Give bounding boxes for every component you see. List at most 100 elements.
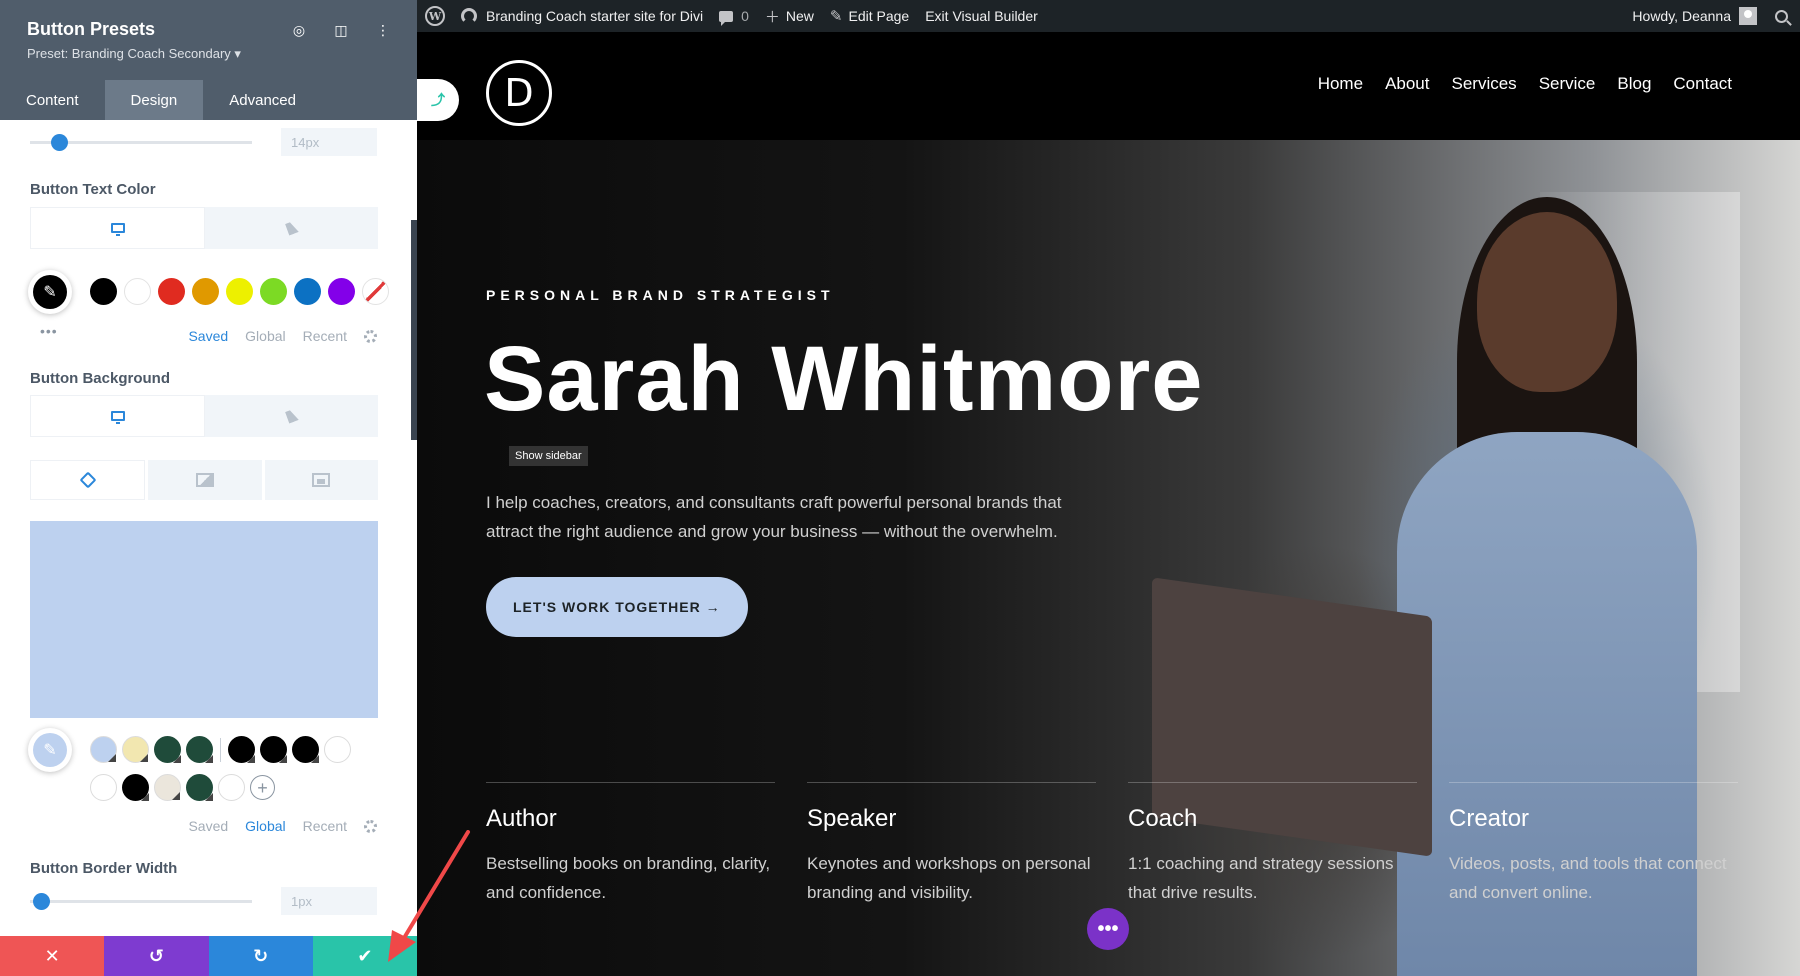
feature-title: Speaker [807, 805, 1096, 833]
nav-about[interactable]: About [1385, 74, 1429, 94]
global-color-swatch[interactable] [122, 736, 149, 763]
feature-title: Coach [1128, 805, 1417, 833]
color-swatch[interactable] [158, 278, 185, 305]
gradient-icon [196, 473, 214, 487]
gear-icon[interactable] [364, 820, 377, 833]
bg-color-tab[interactable] [30, 460, 145, 500]
comments-link[interactable]: 0 [711, 0, 757, 32]
bg-gradient-tab[interactable] [148, 460, 261, 500]
color-swatch[interactable] [260, 278, 287, 305]
panel-scrollbar[interactable] [411, 220, 417, 440]
global-color-swatch[interactable] [260, 736, 287, 763]
palette-tab-saved[interactable]: Saved [188, 328, 228, 344]
color-swatch[interactable] [328, 278, 355, 305]
palette-tab-global[interactable]: Global [245, 818, 285, 834]
text-color-label: Button Text Color [30, 181, 156, 198]
color-swatch[interactable] [192, 278, 219, 305]
save-button[interactable]: ✔ [313, 936, 417, 976]
text-color-picker[interactable]: ✎ [28, 270, 72, 314]
global-color-swatch[interactable] [218, 774, 245, 801]
edit-page-label: Edit Page [849, 8, 910, 24]
builder-more-button[interactable]: ••• [1087, 908, 1129, 950]
color-swatch[interactable] [362, 278, 389, 305]
redo-button[interactable]: ↻ [209, 936, 313, 976]
global-color-swatch[interactable] [122, 774, 149, 801]
palette-tab-saved[interactable]: Saved [188, 818, 228, 834]
feature-author: Author Bestselling books on branding, cl… [486, 782, 775, 907]
feature-desc: 1:1 coaching and strategy sessions that … [1128, 849, 1417, 907]
global-color-swatch[interactable] [186, 736, 213, 763]
background-color-preview[interactable] [30, 521, 378, 718]
desktop-tab[interactable] [30, 395, 205, 437]
more-vertical-icon[interactable]: ⋮ [371, 18, 395, 42]
color-swatch[interactable] [294, 278, 321, 305]
global-color-swatch[interactable] [186, 774, 213, 801]
eyedropper-icon: ✎ [33, 275, 67, 309]
bg-image-tab[interactable] [265, 460, 378, 500]
search-icon[interactable] [1775, 10, 1788, 23]
nav-blog[interactable]: Blog [1617, 74, 1651, 94]
account-menu[interactable]: Howdy, Deanna [1624, 0, 1765, 32]
edit-page-link[interactable]: ✎ Edit Page [822, 0, 917, 32]
wp-menu[interactable]: W [417, 0, 453, 32]
text-color-palette-tabs: Saved Global Recent [188, 328, 377, 344]
nav-services[interactable]: Services [1452, 74, 1517, 94]
background-color-picker[interactable]: ✎ [28, 728, 72, 772]
comments-count: 0 [741, 8, 749, 24]
palette-tab-recent[interactable]: Recent [303, 328, 347, 344]
global-color-swatch[interactable] [228, 736, 255, 763]
global-color-swatch[interactable] [154, 774, 181, 801]
eyedropper-icon: ✎ [33, 733, 67, 767]
nav-home[interactable]: Home [1318, 74, 1363, 94]
desktop-tab[interactable] [30, 207, 205, 249]
font-size-slider[interactable] [30, 141, 252, 144]
pencil-icon: ✎ [830, 7, 843, 25]
more-dots-icon[interactable]: ••• [40, 323, 58, 339]
global-color-swatch[interactable] [90, 736, 117, 763]
preset-selector[interactable]: Preset: Branding Coach Secondary ▾ [27, 46, 417, 62]
layout-icon[interactable]: ◫ [329, 18, 353, 42]
palette-tab-recent[interactable]: Recent [303, 818, 347, 834]
settings-panel: Button Presets Preset: Branding Coach Se… [0, 0, 417, 976]
slider-handle[interactable] [33, 893, 50, 910]
arrow-icon: ⤴ [431, 90, 445, 110]
font-size-value-input[interactable]: 14px [281, 128, 377, 156]
site-name-link[interactable]: Branding Coach starter site for Divi [453, 0, 711, 32]
border-width-slider[interactable] [30, 900, 252, 903]
site-logo[interactable]: D [486, 60, 552, 126]
undo-button[interactable]: ↺ [104, 936, 208, 976]
hover-tab[interactable] [205, 395, 378, 437]
exit-visual-builder-link[interactable]: Exit Visual Builder [917, 0, 1046, 32]
color-swatch[interactable] [90, 278, 117, 305]
color-swatch[interactable] [226, 278, 253, 305]
gear-icon[interactable] [364, 330, 377, 343]
color-swatch[interactable] [124, 278, 151, 305]
global-color-swatch[interactable] [324, 736, 351, 763]
slider-handle[interactable] [51, 134, 68, 151]
cta-button[interactable]: LET'S WORK TOGETHER → [486, 577, 748, 637]
background-label: Button Background [30, 370, 170, 387]
sidebar-toggle-button[interactable]: ⤴ [417, 79, 459, 121]
tab-design[interactable]: Design [105, 80, 204, 120]
background-device-tabs [30, 395, 378, 437]
border-width-slider-row: 1px [30, 887, 377, 915]
tab-content[interactable]: Content [0, 80, 105, 120]
discard-button[interactable]: ✕ [0, 936, 104, 976]
feature-desc: Bestselling books on branding, clarity, … [486, 849, 775, 907]
nav-service[interactable]: Service [1539, 74, 1596, 94]
feature-speaker: Speaker Keynotes and workshops on person… [807, 782, 1096, 907]
hover-tab[interactable] [205, 207, 378, 249]
feature-desc: Keynotes and workshops on personal brand… [807, 849, 1096, 907]
global-color-swatch[interactable] [90, 774, 117, 801]
new-content-link[interactable]: ＋New [757, 0, 822, 32]
tab-advanced[interactable]: Advanced [203, 80, 322, 120]
wp-admin-bar: W Branding Coach starter site for Divi 0… [417, 0, 1800, 32]
nav-contact[interactable]: Contact [1673, 74, 1732, 94]
global-color-swatch[interactable] [154, 736, 181, 763]
global-color-swatch[interactable] [292, 736, 319, 763]
add-color-icon[interactable]: + [250, 775, 275, 800]
focus-icon[interactable]: ◎ [287, 18, 311, 42]
panel-header: Button Presets Preset: Branding Coach Se… [0, 0, 417, 80]
border-width-value-input[interactable]: 1px [281, 887, 377, 915]
palette-tab-global[interactable]: Global [245, 328, 285, 344]
